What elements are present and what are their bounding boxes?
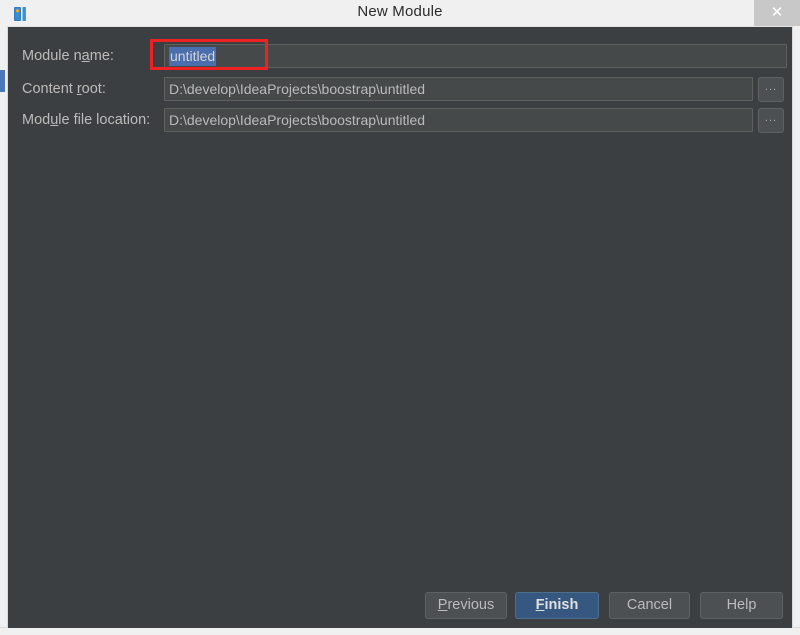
cancel-button[interactable]: Cancel xyxy=(609,592,690,619)
module-file-location-label: Module file location: xyxy=(22,112,151,128)
module-file-location-input[interactable]: D:\develop\IdeaProjects\boostrap\untitle… xyxy=(164,108,753,132)
help-button[interactable]: Help xyxy=(700,592,783,619)
module-name-input[interactable]: untitled xyxy=(164,44,787,68)
new-module-dialog-window: New Module ✕ Module name: untitled Conte… xyxy=(0,0,800,635)
window-edge-accent xyxy=(0,70,5,92)
window-title: New Module xyxy=(357,3,443,20)
window-edge-left xyxy=(0,26,8,628)
previous-button[interactable]: Previous xyxy=(425,592,507,619)
title-bar: New Module ✕ xyxy=(0,0,800,27)
content-root-browse-button[interactable]: ... xyxy=(758,77,784,102)
window-edge-right xyxy=(792,26,800,628)
finish-button[interactable]: Finish xyxy=(515,592,599,619)
close-icon[interactable]: ✕ xyxy=(754,0,800,26)
window-edge-bottom xyxy=(0,627,800,635)
content-root-label: Content root: xyxy=(22,81,106,97)
dialog-content-panel: Module name: untitled Content root: D:\d… xyxy=(8,27,792,628)
module-name-label: Module name: xyxy=(22,48,114,64)
content-root-input[interactable]: D:\develop\IdeaProjects\boostrap\untitle… xyxy=(164,77,753,101)
module-file-location-browse-button[interactable]: ... xyxy=(758,108,784,133)
module-name-value: untitled xyxy=(169,47,217,66)
